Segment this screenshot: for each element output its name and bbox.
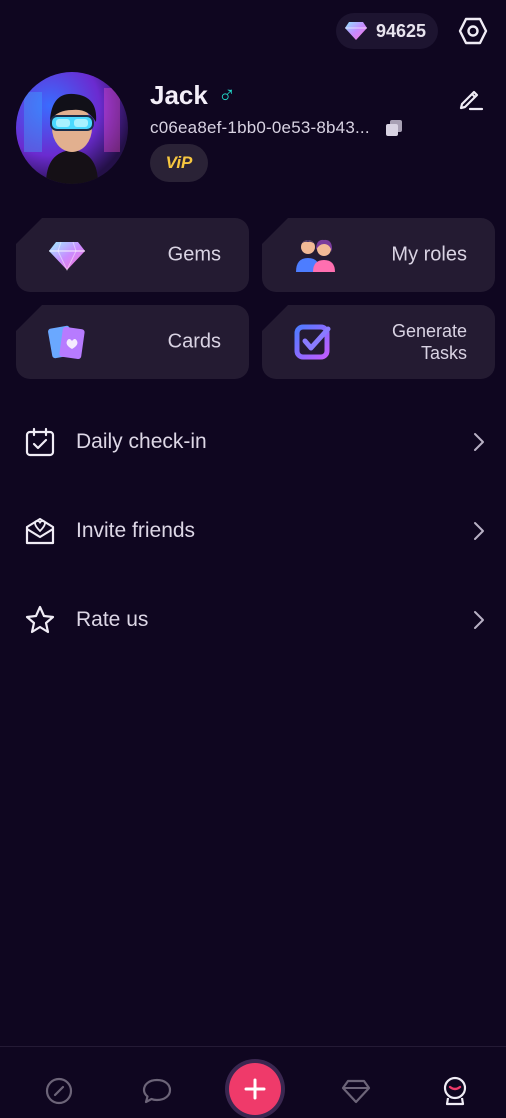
generate-tasks-line1: Generate: [391, 321, 467, 341]
explore-icon[interactable]: [43, 1075, 75, 1107]
chat-icon[interactable]: [141, 1075, 173, 1107]
my-roles-card[interactable]: My roles: [262, 218, 495, 292]
plus-icon: [244, 1078, 266, 1100]
avatar[interactable]: [16, 72, 128, 184]
menu-item-rate-us[interactable]: Rate us: [0, 576, 506, 664]
bottom-tab-bar: [0, 1046, 506, 1118]
gem-outline-icon[interactable]: [340, 1075, 372, 1107]
profile-icon[interactable]: [439, 1075, 471, 1107]
menu-item-label: Invite friends: [76, 519, 196, 542]
create-button[interactable]: [229, 1063, 281, 1115]
people-icon: [296, 239, 335, 272]
male-gender-icon: ♂: [217, 81, 236, 109]
name-row: Jack ♂: [150, 80, 236, 111]
calendar-check-icon: [25, 427, 55, 457]
menu-item-daily-check-in[interactable]: Daily check-in: [0, 398, 506, 486]
settings-hex-icon: [458, 17, 488, 45]
user-id-row: c06ea8ef-1bb0-0e53-8b43...: [150, 118, 404, 138]
menu-item-label: Daily check-in: [76, 430, 207, 453]
user-id: c06ea8ef-1bb0-0e53-8b43...: [150, 118, 370, 137]
chevron-right-icon: [474, 611, 484, 629]
avatar-illustration: [24, 88, 120, 184]
chevron-right-icon: [474, 433, 484, 451]
cards-icon: [48, 325, 85, 359]
menu-item-label: Rate us: [76, 608, 149, 631]
vip-badge[interactable]: ViP: [150, 144, 208, 182]
gems-card[interactable]: Gems: [16, 218, 249, 292]
task-check-icon: [294, 324, 331, 360]
user-name: Jack: [150, 80, 208, 110]
cards-card[interactable]: Cards: [16, 305, 249, 379]
chevron-right-icon: [474, 522, 484, 540]
generate-tasks-card[interactable]: Generate Tasks: [262, 305, 495, 379]
my-roles-card-label: My roles: [391, 243, 467, 266]
gems-card-label: Gems: [167, 243, 221, 266]
star-icon: [25, 605, 55, 634]
gem-balance[interactable]: 94625: [335, 13, 438, 49]
top-bar: 94625: [335, 12, 490, 50]
gem-icon: [49, 241, 85, 272]
profile-header: Jack ♂ c06ea8ef-1bb0-0e53-8b43... ViP: [16, 72, 490, 187]
gem-count: 94625: [375, 20, 426, 41]
menu-item-invite-friends[interactable]: Invite friends: [0, 487, 506, 575]
edit-pencil-icon[interactable]: [456, 84, 484, 112]
generate-tasks-line2: Tasks: [420, 343, 467, 363]
envelope-heart-icon: [25, 517, 55, 545]
copy-icon[interactable]: [384, 118, 404, 138]
settings-button[interactable]: [456, 14, 490, 48]
gem-icon: [344, 22, 367, 40]
generate-tasks-card-label: Generate Tasks: [392, 320, 467, 364]
cards-card-label: Cards: [167, 330, 221, 353]
